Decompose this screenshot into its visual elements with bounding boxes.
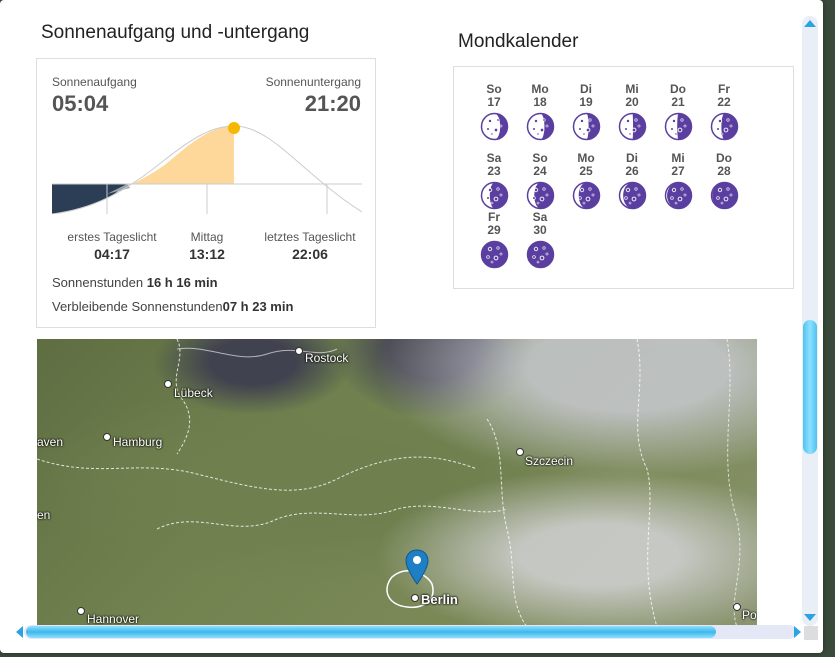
scroll-left-arrow-icon[interactable] (16, 626, 23, 638)
sun-hours-row: Sonnenstunden 16 h 16 min (52, 275, 218, 290)
moon-phase-icon (664, 181, 692, 210)
city-label[interactable]: Rostock (295, 347, 348, 365)
scroll-down-arrow-icon[interactable] (804, 614, 816, 621)
moon-day-number: 23 (487, 164, 501, 178)
noon-marker: Mittag 13:12 (167, 230, 247, 262)
border-lines (37, 339, 741, 627)
moon-day-number: 18 (533, 95, 547, 109)
sun-position-dot (228, 122, 240, 134)
first-light-label: erstes Tageslicht (67, 230, 157, 244)
city-dot (103, 433, 111, 441)
night-fill (52, 184, 127, 214)
city-dot (411, 594, 419, 602)
moon-phase-icon (572, 181, 600, 210)
moon-day-number: 17 (487, 95, 501, 109)
last-light-label: letztes Tageslicht (264, 230, 356, 244)
location-pin-icon[interactable] (405, 549, 429, 585)
noon-time: 13:12 (189, 246, 225, 262)
moon-calendar-card: So 17 Mo 18 Di 19 Mi 20 Do 21 Fr 22 Sa 23 So 24 Mo 25 Di 26… (453, 66, 794, 289)
moon-day: Mo 18 (520, 83, 560, 141)
moon-phase-icon (664, 112, 692, 141)
weather-panel: Sonnenaufgang und -untergang Mondkalende… (0, 0, 823, 653)
moon-phase-icon (618, 112, 646, 141)
moon-section-title: Mondkalender (458, 31, 579, 52)
moon-day: Di 26 (612, 152, 652, 210)
moon-day: Mi 27 (658, 152, 698, 210)
city-label[interactable]: Szczecin (516, 448, 573, 468)
city-label[interactable]: aven (37, 435, 63, 449)
moon-day: So 17 (474, 83, 514, 141)
city-dot (516, 448, 524, 456)
remaining-hours-label: Verbleibende Sonnenstunden (52, 299, 223, 314)
sun-hours-label: Sonnenstunden (52, 275, 144, 290)
last-light-time: 22:06 (292, 246, 328, 262)
city-dot (295, 347, 303, 355)
city-label[interactable]: Hamburg (103, 433, 162, 449)
moon-phase-icon (710, 181, 738, 210)
scroll-right-arrow-icon[interactable] (794, 626, 801, 638)
sunset-label: Sonnenuntergang (265, 75, 361, 89)
city-dot (77, 607, 85, 615)
moon-day-number: 27 (671, 164, 685, 178)
moon-phase-icon (480, 112, 508, 141)
moon-day-number: 29 (487, 223, 501, 237)
sunrise-label: Sonnenaufgang (52, 75, 137, 89)
moon-day-number: 19 (579, 95, 593, 109)
noon-label: Mittag (190, 230, 224, 244)
last-light-marker: letztes Tageslicht 22:06 (255, 230, 365, 262)
moon-phase-icon (480, 181, 508, 210)
moon-day-number: 28 (717, 164, 731, 178)
moon-day-number: 20 (625, 95, 639, 109)
satellite-map[interactable]: Rostock Lübeck aven Hamburg Szczecin en … (37, 339, 757, 627)
moon-day-number: 22 (717, 95, 731, 109)
moon-day: Mi 20 (612, 83, 652, 141)
sun-hours-value: 16 h 16 min (146, 275, 218, 290)
moon-phase-icon (526, 240, 554, 269)
moon-day-number: 24 (533, 164, 547, 178)
moon-day: Do 21 (658, 83, 698, 141)
moon-phase-icon (526, 181, 554, 210)
moon-phase-icon (526, 112, 554, 141)
city-label[interactable]: en (37, 508, 50, 522)
moon-day: Do 28 (704, 152, 744, 210)
moon-day-number: 21 (671, 95, 685, 109)
scroll-up-arrow-icon[interactable] (804, 20, 816, 27)
moon-day: Mo 25 (566, 152, 606, 210)
city-dot (164, 380, 172, 388)
moon-phase-icon (710, 112, 738, 141)
city-dot (733, 603, 741, 611)
moon-phase-icon (480, 240, 508, 269)
vertical-scrollbar-thumb[interactable] (803, 320, 817, 454)
city-label[interactable]: Po (733, 603, 757, 622)
scrollbar-corner (804, 626, 818, 640)
moon-day: Sa 23 (474, 152, 514, 210)
moon-phase-icon (572, 112, 600, 141)
moon-day-number: 30 (533, 223, 547, 237)
remaining-hours-row: Verbleibende Sonnenstunden07 h 23 min (52, 299, 293, 314)
moon-day: Fr 22 (704, 83, 744, 141)
moon-day-number: 26 (625, 164, 639, 178)
moon-day: Di 19 (566, 83, 606, 141)
moon-day: So 24 (520, 152, 560, 210)
sun-card: Sonnenaufgang 05:04 Sonnenuntergang 21:2… (36, 58, 376, 328)
moon-day-number: 25 (579, 164, 593, 178)
first-light-time: 04:17 (94, 246, 130, 262)
sun-section-title: Sonnenaufgang und -untergang (41, 22, 310, 43)
moon-phase-icon (618, 181, 646, 210)
first-light-marker: erstes Tageslicht 04:17 (57, 230, 167, 262)
daylight-curve-graph (52, 122, 362, 214)
moon-day: Sa 30 (520, 211, 560, 269)
moon-day: Fr 29 (474, 211, 514, 269)
city-label[interactable]: Hannover (77, 607, 139, 626)
city-label[interactable]: Lübeck (164, 380, 213, 400)
horizontal-scrollbar-thumb[interactable] (26, 626, 716, 638)
city-label-berlin[interactable]: Berlin (411, 592, 458, 607)
remaining-hours-value: 07 h 23 min (222, 299, 294, 314)
